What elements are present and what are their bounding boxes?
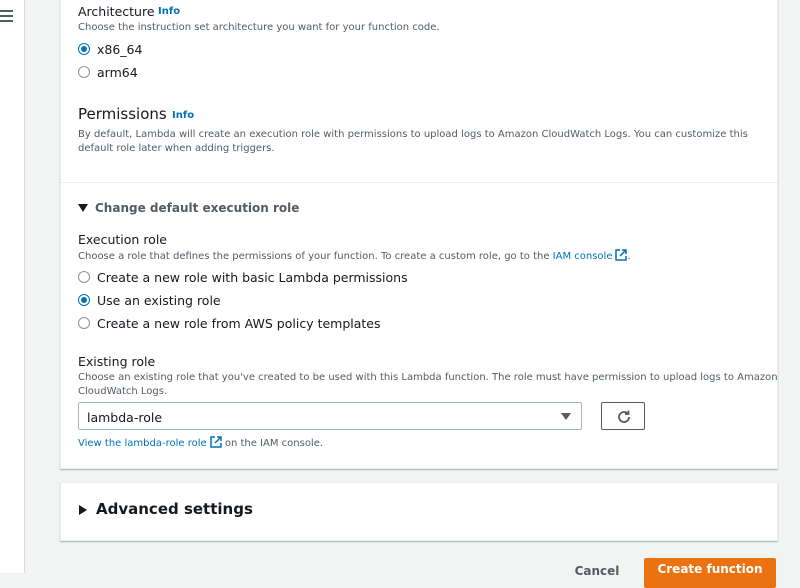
caret-right-icon[interactable] xyxy=(79,505,87,515)
execution-role-description-suffix: . xyxy=(627,251,631,262)
radio-label-arm64[interactable]: arm64 xyxy=(97,65,138,80)
architecture-info-link[interactable]: Info xyxy=(158,6,180,17)
architecture-label: Architecture xyxy=(78,4,155,19)
permissions-info-link[interactable]: Info xyxy=(172,110,194,121)
existing-role-description-line1: Choose an existing role that you've crea… xyxy=(78,372,778,383)
iam-console-link[interactable]: IAM console xyxy=(553,251,613,262)
existing-role-select[interactable]: lambda-role xyxy=(78,402,582,430)
execution-role-label: Execution role xyxy=(78,232,167,247)
external-link-icon[interactable] xyxy=(209,436,222,448)
radio-label-use-existing-role[interactable]: Use an existing role xyxy=(97,293,221,308)
radio-create-basic-role[interactable] xyxy=(78,271,90,283)
menu-icon[interactable] xyxy=(0,10,14,24)
radio-label-x86-64[interactable]: x86_64 xyxy=(97,42,142,57)
caret-down-icon[interactable] xyxy=(78,204,88,212)
view-lambda-role-link[interactable]: View the lambda-role role xyxy=(78,438,207,449)
radio-use-existing-role[interactable] xyxy=(78,294,90,306)
advanced-settings-toggle[interactable]: Advanced settings xyxy=(96,500,253,518)
radio-label-create-basic-role[interactable]: Create a new role with basic Lambda perm… xyxy=(97,270,408,285)
permissions-label: Permissions xyxy=(78,105,167,123)
cancel-button[interactable]: Cancel xyxy=(560,560,634,588)
refresh-icon xyxy=(618,410,630,423)
view-role-suffix: on the IAM console. xyxy=(224,438,324,449)
refresh-roles-button[interactable] xyxy=(601,402,645,430)
permissions-description-line1: By default, Lambda will create an execut… xyxy=(78,129,748,140)
existing-role-description-line2: CloudWatch Logs. xyxy=(78,386,168,397)
existing-role-label: Existing role xyxy=(78,354,156,369)
permissions-description-line2: default role later when adding triggers. xyxy=(78,143,275,154)
change-execution-role-toggle[interactable]: Change default execution role xyxy=(95,201,299,215)
radio-arm64[interactable] xyxy=(78,66,90,78)
execution-role-description-text: Choose a role that defines the permissio… xyxy=(78,251,550,262)
create-function-button[interactable]: Create function xyxy=(644,558,776,588)
architecture-description: Choose the instruction set architecture … xyxy=(78,22,440,33)
radio-label-create-from-templates[interactable]: Create a new role from AWS policy templa… xyxy=(97,316,381,331)
view-role-line: View the lambda-role role on the IAM con… xyxy=(78,436,323,451)
existing-role-value: lambda-role xyxy=(87,410,163,425)
radio-x86-64[interactable] xyxy=(78,43,90,55)
execution-role-description: Choose a role that defines the permissio… xyxy=(78,249,631,264)
radio-create-from-templates[interactable] xyxy=(78,317,90,329)
side-navigation xyxy=(0,0,25,573)
dropdown-caret-icon xyxy=(561,413,571,420)
external-link-icon[interactable] xyxy=(615,249,628,261)
